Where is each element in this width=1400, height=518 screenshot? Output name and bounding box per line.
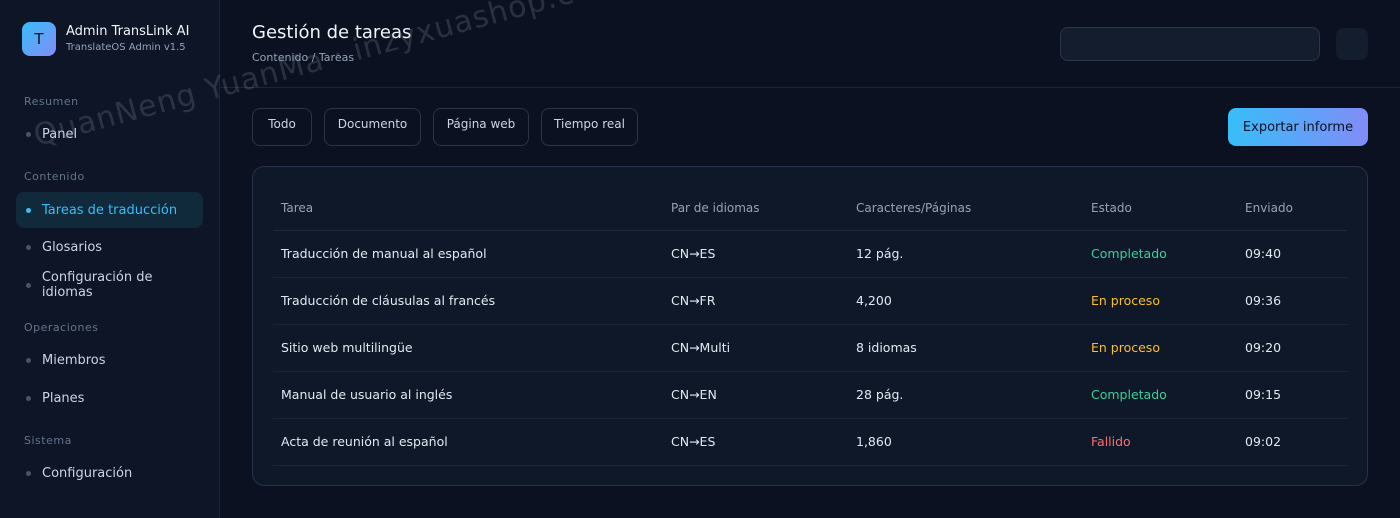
cell-sent: 09:15 xyxy=(1245,387,1282,402)
bullet-icon xyxy=(26,207,31,213)
status-badge: Completado xyxy=(1091,246,1167,261)
cell-task: Acta de reunión al español xyxy=(281,434,448,449)
tab-document[interactable]: Documento xyxy=(324,108,421,146)
table-row[interactable]: Manual de usuario al inglés CN→EN 28 pág… xyxy=(273,372,1347,419)
column-header-sent[interactable]: Enviado xyxy=(1245,201,1293,215)
cell-task: Traducción de manual al español xyxy=(281,246,487,261)
sidebar-item-glossaries[interactable]: Glosarios xyxy=(16,229,203,265)
sidebar-item-label: Configuración de idiomas xyxy=(41,270,153,300)
cell-size: 28 pág. xyxy=(856,387,904,402)
breadcrumb: Contenido / Tareas xyxy=(252,51,355,64)
table-row[interactable]: Sitio web multilingüe CN→Multi 8 idiomas… xyxy=(273,325,1347,372)
column-header-task[interactable]: Tarea xyxy=(281,201,313,215)
bullet-icon xyxy=(26,470,31,476)
header-action-button[interactable] xyxy=(1336,28,1368,60)
cell-language-pair: CN→FR xyxy=(671,293,716,308)
table-row[interactable]: Traducción de manual al español CN→ES 12… xyxy=(273,231,1347,278)
cell-size: 4,200 xyxy=(856,293,892,308)
tab-realtime[interactable]: Tiempo real xyxy=(541,108,638,146)
table-row[interactable]: Acta de reunión al español CN→ES 1,860 F… xyxy=(273,419,1347,466)
tab-all[interactable]: Todo xyxy=(252,108,312,146)
cell-size: 1,860 xyxy=(856,434,892,449)
tasks-table: Tarea Par de idiomas Caracteres/Páginas … xyxy=(252,166,1368,486)
status-badge: En proceso xyxy=(1091,340,1160,355)
nav-section-sistema: Sistema xyxy=(24,434,72,447)
cell-sent: 09:40 xyxy=(1245,246,1282,261)
page-title: Gestión de tareas xyxy=(252,22,412,43)
cell-size: 8 idiomas xyxy=(856,340,917,355)
sidebar-item-plans[interactable]: Planes xyxy=(16,380,203,416)
status-badge: Completado xyxy=(1091,387,1167,402)
nav-section-contenido: Contenido xyxy=(24,170,85,183)
bullet-icon xyxy=(26,244,31,250)
sidebar-item-translation-tasks[interactable]: Tareas de traducción xyxy=(16,192,203,228)
sidebar: T Admin TransLink AI TranslateOS Admin v… xyxy=(0,0,220,518)
cell-language-pair: CN→Multi xyxy=(671,340,731,355)
bullet-icon xyxy=(26,131,31,137)
cell-task: Traducción de cláusulas al francés xyxy=(281,293,496,308)
bullet-icon xyxy=(26,357,31,363)
brand-name: Admin TransLink AI xyxy=(66,24,190,39)
cell-language-pair: CN→EN xyxy=(671,387,717,402)
bullet-icon xyxy=(26,282,31,288)
sidebar-item-language-config[interactable]: Configuración de idiomas xyxy=(16,267,203,303)
page-header: Gestión de tareas Contenido / Tareas xyxy=(220,0,1400,88)
sidebar-item-label: Planes xyxy=(42,390,85,406)
cell-task: Sitio web multilingüe xyxy=(281,340,413,355)
cell-size: 12 pág. xyxy=(856,246,904,261)
cell-sent: 09:36 xyxy=(1245,293,1282,308)
sidebar-item-panel[interactable]: Panel xyxy=(16,116,203,152)
sidebar-item-label: Configuración xyxy=(42,465,133,481)
sidebar-item-label: Panel xyxy=(42,126,78,142)
export-report-button[interactable]: Exportar informe xyxy=(1228,108,1368,146)
sidebar-item-label: Tareas de traducción xyxy=(42,202,178,218)
sidebar-item-settings[interactable]: Configuración xyxy=(16,455,203,491)
nav-section-operaciones: Operaciones xyxy=(24,321,99,334)
cell-sent: 09:02 xyxy=(1245,434,1282,449)
cell-language-pair: CN→ES xyxy=(671,434,716,449)
sidebar-item-label: Glosarios xyxy=(42,239,103,255)
table-header: Tarea Par de idiomas Caracteres/Páginas … xyxy=(273,191,1347,231)
brand-subtitle: TranslateOS Admin v1.5 xyxy=(66,42,186,53)
table-row[interactable]: Traducción de cláusulas al francés CN→FR… xyxy=(273,278,1347,325)
cell-task: Manual de usuario al inglés xyxy=(281,387,453,402)
search-input[interactable] xyxy=(1060,27,1320,61)
column-header-status[interactable]: Estado xyxy=(1091,201,1132,215)
bullet-icon xyxy=(26,395,31,401)
cell-sent: 09:20 xyxy=(1245,340,1282,355)
nav-section-resumen: Resumen xyxy=(24,95,79,108)
sidebar-item-label: Miembros xyxy=(42,352,106,368)
column-header-size[interactable]: Caracteres/Páginas xyxy=(856,201,971,215)
column-header-language-pair[interactable]: Par de idiomas xyxy=(671,201,760,215)
status-badge: En proceso xyxy=(1091,293,1160,308)
cell-language-pair: CN→ES xyxy=(671,246,716,261)
brand: T Admin TransLink AI TranslateOS Admin v… xyxy=(22,22,189,56)
brand-logo: T xyxy=(22,22,56,56)
status-badge: Fallido xyxy=(1091,434,1131,449)
sidebar-item-members[interactable]: Miembros xyxy=(16,342,203,378)
tab-webpage[interactable]: Página web xyxy=(433,108,529,146)
